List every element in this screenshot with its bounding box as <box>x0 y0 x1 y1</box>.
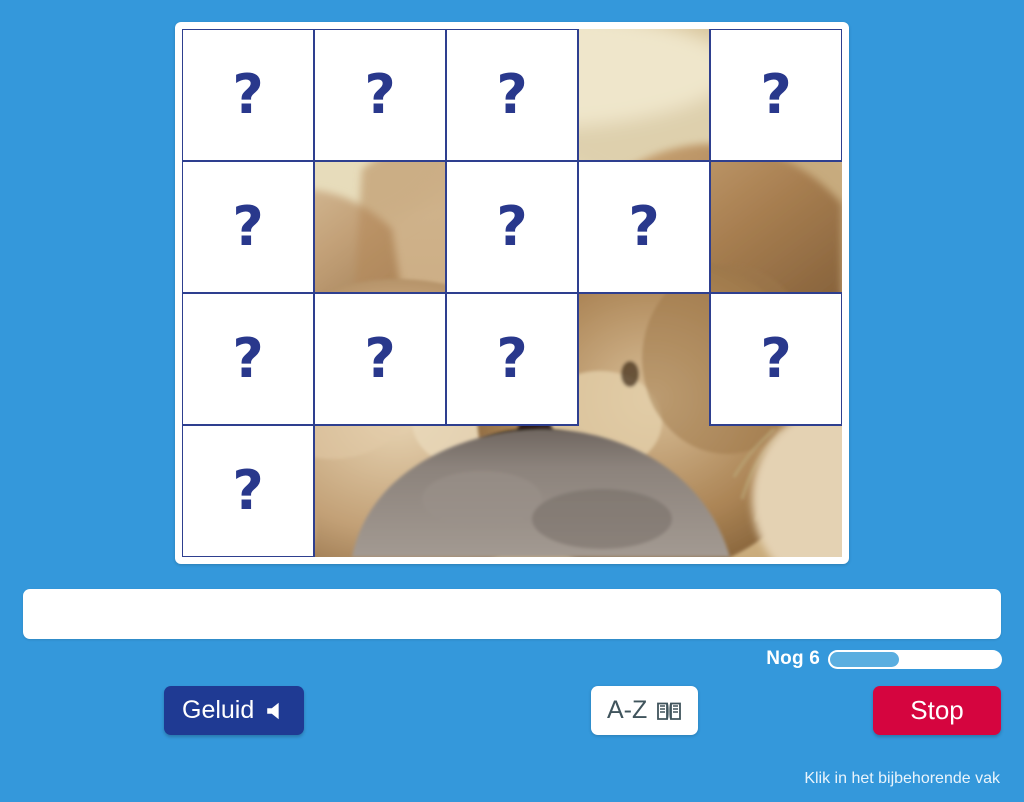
tile-question-mark: ? <box>232 63 264 126</box>
tile-question-mark: ? <box>364 63 396 126</box>
puzzle-tile-r1c3[interactable]: ? <box>445 29 579 162</box>
tile-question-mark: ? <box>232 195 264 258</box>
speaker-icon <box>264 700 286 722</box>
open-book-icon <box>656 700 682 722</box>
puzzle-tile-r1c2[interactable]: ? <box>313 29 447 162</box>
tile-question-mark: ? <box>364 327 396 390</box>
tile-question-mark: ? <box>760 63 792 126</box>
tile-question-mark: ? <box>496 195 528 258</box>
sound-button[interactable]: Geluid <box>164 686 305 735</box>
puzzle-tile-r2c2[interactable] <box>314 161 446 293</box>
remaining-label: Nog 6 <box>766 648 820 669</box>
progress-bar-fill <box>830 651 900 667</box>
puzzle-tile-r3c3[interactable]: ? <box>445 292 579 426</box>
puzzle-tile-r1c4[interactable] <box>578 29 710 161</box>
puzzle-tile-r1c1[interactable]: ? <box>182 29 315 162</box>
puzzle-tile-r4c5[interactable] <box>710 425 842 557</box>
puzzle-tile-r1c5[interactable]: ? <box>709 29 842 162</box>
puzzle-tile-r4c4[interactable] <box>578 425 710 557</box>
puzzle-tile-r4c1[interactable]: ? <box>182 424 315 557</box>
puzzle-tile-r4c3[interactable] <box>446 425 578 557</box>
puzzle-tile-r3c5[interactable]: ? <box>709 292 842 426</box>
puzzle-tile-r2c4[interactable]: ? <box>577 160 711 294</box>
puzzle-tile-r3c4[interactable] <box>578 293 710 425</box>
puzzle-tile-r4c2[interactable] <box>314 425 446 557</box>
answer-input[interactable] <box>23 589 1001 639</box>
progress-bar <box>828 649 1002 669</box>
puzzle-tile-r2c5[interactable] <box>710 161 842 293</box>
puzzle-tile-r2c1[interactable]: ? <box>182 160 315 294</box>
tile-question-mark: ? <box>232 327 264 390</box>
tile-question-mark: ? <box>232 459 264 522</box>
tile-question-mark: ? <box>496 327 528 390</box>
puzzle-tile-r2c3[interactable]: ? <box>445 160 579 294</box>
hint-text: Klik in het bijbehorende vak <box>804 770 1000 787</box>
puzzle-tile-r3c1[interactable]: ? <box>182 292 315 426</box>
puzzle-tile-r3c2[interactable]: ? <box>313 292 447 426</box>
progress-row: Nog 6 <box>766 648 1002 670</box>
puzzle-grid[interactable]: ???????????? <box>182 29 842 557</box>
tile-question-mark: ? <box>628 195 660 258</box>
stop-button[interactable]: Stop <box>873 686 1001 735</box>
tile-question-mark: ? <box>496 63 528 126</box>
alphabet-help-button[interactable]: A-Z <box>591 686 699 735</box>
tile-question-mark: ? <box>760 327 792 390</box>
az-button-label: A-Z <box>607 696 648 724</box>
puzzle-frame: ???????????? <box>175 22 849 564</box>
sound-button-label: Geluid <box>182 696 255 724</box>
